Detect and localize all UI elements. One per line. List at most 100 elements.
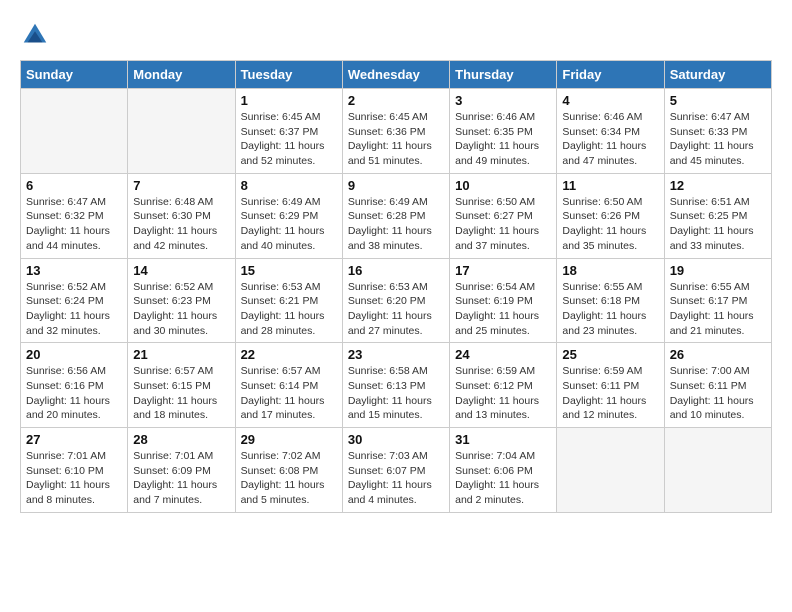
day-info: Sunrise: 7:03 AM Sunset: 6:07 PM Dayligh… — [348, 449, 444, 508]
day-info: Sunrise: 6:46 AM Sunset: 6:35 PM Dayligh… — [455, 110, 551, 169]
day-info: Sunrise: 6:59 AM Sunset: 6:11 PM Dayligh… — [562, 364, 658, 423]
calendar-cell — [128, 89, 235, 174]
calendar-cell: 21 Sunrise: 6:57 AM Sunset: 6:15 PM Dayli… — [128, 343, 235, 428]
day-number: 1 — [241, 93, 337, 108]
day-info: Sunrise: 6:55 AM Sunset: 6:17 PM Dayligh… — [670, 280, 766, 339]
day-number: 27 — [26, 432, 122, 447]
day-number: 23 — [348, 347, 444, 362]
calendar-cell — [557, 428, 664, 513]
day-number: 15 — [241, 263, 337, 278]
calendar-cell: 16 Sunrise: 6:53 AM Sunset: 6:20 PM Dayli… — [342, 258, 449, 343]
calendar-cell — [21, 89, 128, 174]
calendar-cell: 19 Sunrise: 6:55 AM Sunset: 6:17 PM Dayli… — [664, 258, 771, 343]
calendar-week-row: 27 Sunrise: 7:01 AM Sunset: 6:10 PM Dayli… — [21, 428, 772, 513]
day-number: 29 — [241, 432, 337, 447]
day-info: Sunrise: 7:00 AM Sunset: 6:11 PM Dayligh… — [670, 364, 766, 423]
day-info: Sunrise: 6:51 AM Sunset: 6:25 PM Dayligh… — [670, 195, 766, 254]
logo — [20, 20, 55, 50]
day-info: Sunrise: 7:01 AM Sunset: 6:09 PM Dayligh… — [133, 449, 229, 508]
calendar-cell: 24 Sunrise: 6:59 AM Sunset: 6:12 PM Dayli… — [450, 343, 557, 428]
calendar-week-row: 1Sunrise: 6:45 AM Sunset: 6:37 PM Daylig… — [21, 89, 772, 174]
day-number: 28 — [133, 432, 229, 447]
day-number: 31 — [455, 432, 551, 447]
calendar-cell: 11Sunrise: 6:50 AM Sunset: 6:26 PM Dayli… — [557, 173, 664, 258]
weekday-header: Saturday — [664, 61, 771, 89]
calendar-cell: 8 Sunrise: 6:49 AM Sunset: 6:29 PM Daylig… — [235, 173, 342, 258]
day-info: Sunrise: 6:50 AM Sunset: 6:27 PM Dayligh… — [455, 195, 551, 254]
weekday-row: SundayMondayTuesdayWednesdayThursdayFrid… — [21, 61, 772, 89]
calendar-cell: 23 Sunrise: 6:58 AM Sunset: 6:13 PM Dayli… — [342, 343, 449, 428]
day-info: Sunrise: 6:57 AM Sunset: 6:15 PM Dayligh… — [133, 364, 229, 423]
day-number: 25 — [562, 347, 658, 362]
day-info: Sunrise: 6:52 AM Sunset: 6:24 PM Dayligh… — [26, 280, 122, 339]
day-info: Sunrise: 6:57 AM Sunset: 6:14 PM Dayligh… — [241, 364, 337, 423]
calendar-cell: 1Sunrise: 6:45 AM Sunset: 6:37 PM Daylig… — [235, 89, 342, 174]
calendar-cell: 10 Sunrise: 6:50 AM Sunset: 6:27 PM Dayli… — [450, 173, 557, 258]
day-number: 3 — [455, 93, 551, 108]
day-number: 24 — [455, 347, 551, 362]
day-info: Sunrise: 6:49 AM Sunset: 6:28 PM Dayligh… — [348, 195, 444, 254]
day-number: 17 — [455, 263, 551, 278]
day-number: 26 — [670, 347, 766, 362]
day-info: Sunrise: 7:01 AM Sunset: 6:10 PM Dayligh… — [26, 449, 122, 508]
day-number: 20 — [26, 347, 122, 362]
weekday-header: Wednesday — [342, 61, 449, 89]
calendar-cell: 14Sunrise: 6:52 AM Sunset: 6:23 PM Dayli… — [128, 258, 235, 343]
day-number: 5 — [670, 93, 766, 108]
day-info: Sunrise: 6:48 AM Sunset: 6:30 PM Dayligh… — [133, 195, 229, 254]
weekday-header: Friday — [557, 61, 664, 89]
calendar-cell: 25 Sunrise: 6:59 AM Sunset: 6:11 PM Dayli… — [557, 343, 664, 428]
day-info: Sunrise: 6:47 AM Sunset: 6:33 PM Dayligh… — [670, 110, 766, 169]
day-number: 7 — [133, 178, 229, 193]
calendar-cell: 7 Sunrise: 6:48 AM Sunset: 6:30 PM Daylig… — [128, 173, 235, 258]
day-number: 19 — [670, 263, 766, 278]
day-info: Sunrise: 6:52 AM Sunset: 6:23 PM Dayligh… — [133, 280, 229, 339]
day-info: Sunrise: 6:49 AM Sunset: 6:29 PM Dayligh… — [241, 195, 337, 254]
weekday-header: Monday — [128, 61, 235, 89]
calendar-cell: 22 Sunrise: 6:57 AM Sunset: 6:14 PM Dayli… — [235, 343, 342, 428]
day-info: Sunrise: 6:58 AM Sunset: 6:13 PM Dayligh… — [348, 364, 444, 423]
calendar-cell: 2Sunrise: 6:45 AM Sunset: 6:36 PM Daylig… — [342, 89, 449, 174]
calendar-cell: 31 Sunrise: 7:04 AM Sunset: 6:06 PM Dayli… — [450, 428, 557, 513]
day-number: 21 — [133, 347, 229, 362]
day-number: 12 — [670, 178, 766, 193]
day-number: 22 — [241, 347, 337, 362]
calendar-week-row: 20 Sunrise: 6:56 AM Sunset: 6:16 PM Dayli… — [21, 343, 772, 428]
day-info: Sunrise: 7:04 AM Sunset: 6:06 PM Dayligh… — [455, 449, 551, 508]
day-info: Sunrise: 6:47 AM Sunset: 6:32 PM Dayligh… — [26, 195, 122, 254]
day-info: Sunrise: 6:53 AM Sunset: 6:20 PM Dayligh… — [348, 280, 444, 339]
calendar-week-row: 6 Sunrise: 6:47 AM Sunset: 6:32 PM Daylig… — [21, 173, 772, 258]
calendar-table: SundayMondayTuesdayWednesdayThursdayFrid… — [20, 60, 772, 513]
calendar-cell — [664, 428, 771, 513]
day-info: Sunrise: 6:54 AM Sunset: 6:19 PM Dayligh… — [455, 280, 551, 339]
calendar-week-row: 13 Sunrise: 6:52 AM Sunset: 6:24 PM Dayli… — [21, 258, 772, 343]
day-number: 30 — [348, 432, 444, 447]
calendar-cell: 29 Sunrise: 7:02 AM Sunset: 6:08 PM Dayli… — [235, 428, 342, 513]
calendar-body: 1Sunrise: 6:45 AM Sunset: 6:37 PM Daylig… — [21, 89, 772, 513]
calendar-cell: 6 Sunrise: 6:47 AM Sunset: 6:32 PM Daylig… — [21, 173, 128, 258]
calendar-cell: 12 Sunrise: 6:51 AM Sunset: 6:25 PM Dayli… — [664, 173, 771, 258]
calendar-cell: 9Sunrise: 6:49 AM Sunset: 6:28 PM Daylig… — [342, 173, 449, 258]
calendar-cell: 3 Sunrise: 6:46 AM Sunset: 6:35 PM Daylig… — [450, 89, 557, 174]
calendar-cell: 17 Sunrise: 6:54 AM Sunset: 6:19 PM Dayli… — [450, 258, 557, 343]
day-info: Sunrise: 6:45 AM Sunset: 6:36 PM Dayligh… — [348, 110, 444, 169]
calendar-header: SundayMondayTuesdayWednesdayThursdayFrid… — [21, 61, 772, 89]
day-info: Sunrise: 6:56 AM Sunset: 6:16 PM Dayligh… — [26, 364, 122, 423]
calendar-cell: 27 Sunrise: 7:01 AM Sunset: 6:10 PM Dayli… — [21, 428, 128, 513]
day-number: 11 — [562, 178, 658, 193]
calendar-cell: 18Sunrise: 6:55 AM Sunset: 6:18 PM Dayli… — [557, 258, 664, 343]
day-info: Sunrise: 7:02 AM Sunset: 6:08 PM Dayligh… — [241, 449, 337, 508]
day-info: Sunrise: 6:59 AM Sunset: 6:12 PM Dayligh… — [455, 364, 551, 423]
day-number: 13 — [26, 263, 122, 278]
day-number: 16 — [348, 263, 444, 278]
weekday-header: Tuesday — [235, 61, 342, 89]
day-number: 8 — [241, 178, 337, 193]
calendar-cell: 15Sunrise: 6:53 AM Sunset: 6:21 PM Dayli… — [235, 258, 342, 343]
weekday-header: Thursday — [450, 61, 557, 89]
calendar-cell: 4Sunrise: 6:46 AM Sunset: 6:34 PM Daylig… — [557, 89, 664, 174]
page-header — [20, 20, 772, 50]
day-number: 10 — [455, 178, 551, 193]
day-number: 18 — [562, 263, 658, 278]
day-number: 6 — [26, 178, 122, 193]
day-info: Sunrise: 6:46 AM Sunset: 6:34 PM Dayligh… — [562, 110, 658, 169]
